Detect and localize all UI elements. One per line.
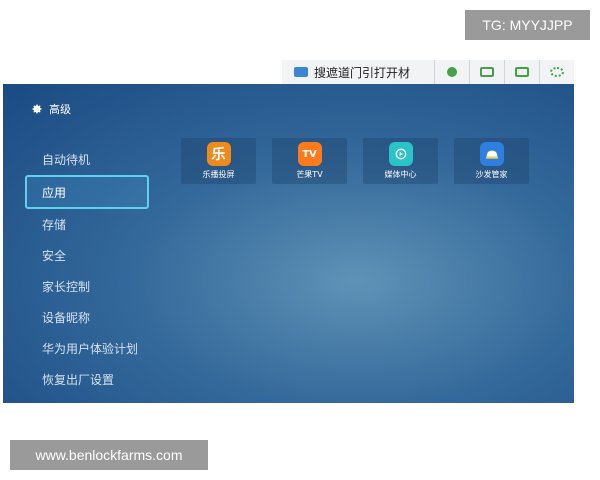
toolbar-button-2[interactable] bbox=[469, 60, 504, 84]
mango-tv-icon: TV bbox=[297, 142, 322, 166]
app-label: 沙发管家 bbox=[475, 170, 508, 179]
app-tile-mango-tv[interactable]: TV 芒果TV bbox=[272, 138, 347, 184]
settings-icon bbox=[550, 67, 564, 77]
app-label: 媒体中心 bbox=[384, 170, 417, 179]
app-tile-lebo[interactable]: 乐 乐播投屏 bbox=[181, 138, 256, 184]
window-icon bbox=[515, 67, 529, 77]
app-label: 乐播投屏 bbox=[202, 170, 235, 179]
grid-icon bbox=[480, 67, 494, 77]
browser-toolbar: 搜遮道门引打开材 bbox=[282, 60, 574, 85]
menu-item-factory-reset[interactable]: 恢复出厂设置 bbox=[25, 364, 149, 395]
toolbar-search[interactable]: 搜遮道门引打开材 bbox=[282, 60, 434, 84]
toolbar-button-1[interactable] bbox=[434, 60, 469, 84]
settings-menu: 自动待机 应用 存储 安全 家长控制 设备昵称 华为用户体验计划 恢复出厂设置 bbox=[25, 144, 149, 395]
media-center-icon bbox=[388, 142, 413, 166]
menu-item-user-experience[interactable]: 华为用户体验计划 bbox=[25, 333, 149, 364]
tv-settings-screen: 高级 自动待机 应用 存储 安全 家长控制 设备昵称 华为用户体验计划 恢复出厂… bbox=[3, 84, 574, 403]
toolbar-search-text: 搜遮道门引打开材 bbox=[314, 65, 411, 80]
app-tile-media-center[interactable]: 媒体中心 bbox=[363, 138, 438, 184]
toolbar-button-3[interactable] bbox=[504, 60, 539, 84]
menu-item-security[interactable]: 安全 bbox=[25, 240, 149, 271]
browser-logo-icon bbox=[294, 67, 308, 77]
page-title: 高级 bbox=[49, 103, 71, 116]
tg-badge: TG: MYYJJPP bbox=[465, 10, 590, 40]
toolbar-button-4[interactable] bbox=[539, 60, 574, 84]
watermark: www.benlockfarms.com bbox=[10, 440, 208, 470]
gear-icon bbox=[31, 103, 43, 115]
bookmark-icon bbox=[447, 67, 457, 77]
app-label: 芒果TV bbox=[296, 170, 323, 179]
app-grid: 乐 乐播投屏 TV 芒果TV 媒体中心 沙发管家 bbox=[181, 138, 529, 184]
sofa-butler-icon bbox=[479, 142, 504, 166]
lebo-icon: 乐 bbox=[206, 142, 231, 166]
menu-item-device-name[interactable]: 设备昵称 bbox=[25, 302, 149, 333]
menu-item-apps[interactable]: 应用 bbox=[25, 175, 149, 209]
app-tile-sofa-butler[interactable]: 沙发管家 bbox=[454, 138, 529, 184]
menu-item-auto-standby[interactable]: 自动待机 bbox=[25, 144, 149, 175]
menu-item-storage[interactable]: 存储 bbox=[25, 209, 149, 240]
menu-item-parental-control[interactable]: 家长控制 bbox=[25, 271, 149, 302]
settings-header: 高级 bbox=[31, 101, 71, 117]
